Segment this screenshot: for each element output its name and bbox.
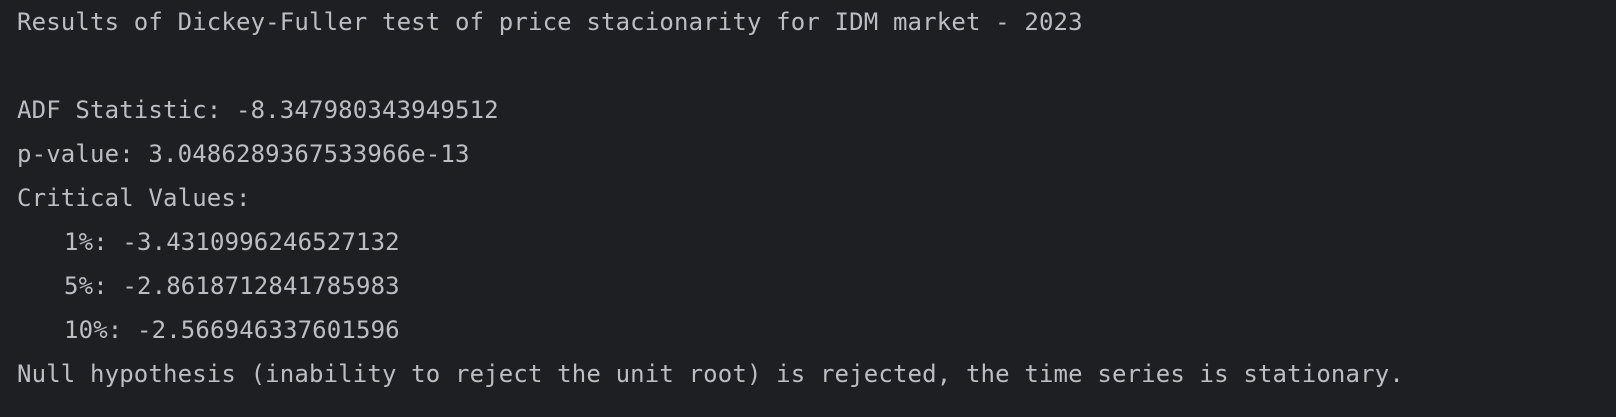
p-value-line: p-value: 3.0486289367533966e-13 — [17, 140, 470, 168]
critical-value-1pct: 1%: -3.4310996246527132 — [64, 228, 400, 256]
console-output: Results of Dickey-Fuller test of price s… — [0, 0, 1616, 417]
critical-value-10pct: 10%: -2.566946337601596 — [64, 316, 400, 344]
conclusion-line: Null hypothesis (inability to reject the… — [17, 360, 1404, 388]
critical-value-5pct: 5%: -2.8618712841785983 — [64, 272, 400, 300]
critical-values-header: Critical Values: — [17, 184, 251, 212]
adf-statistic-line: ADF Statistic: -8.347980343949512 — [17, 96, 499, 124]
title-line: Results of Dickey-Fuller test of price s… — [17, 8, 1083, 36]
